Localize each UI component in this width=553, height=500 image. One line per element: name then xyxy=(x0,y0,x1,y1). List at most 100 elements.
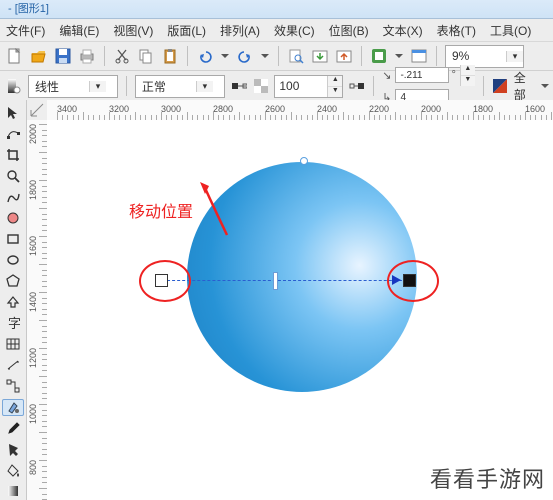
opacity-icon xyxy=(253,77,269,95)
cut-icon[interactable] xyxy=(113,47,131,65)
menu-layout[interactable]: 版面(L) xyxy=(167,22,206,39)
eyedropper-tool[interactable] xyxy=(2,420,24,437)
ellipse-tool[interactable] xyxy=(2,251,24,268)
ruler-tick: 2600 xyxy=(265,104,285,114)
ruler-tick: 2400 xyxy=(317,104,337,114)
fill-midpoint-handle[interactable] xyxy=(273,272,278,290)
fill-vector-line[interactable] xyxy=(162,280,412,281)
table-tool[interactable] xyxy=(2,336,24,353)
annotation-text: 移动位置 xyxy=(129,198,193,222)
print-icon[interactable] xyxy=(78,47,96,65)
x-field[interactable]: -.211 xyxy=(395,67,449,83)
annotation-ellipse-start xyxy=(139,260,191,302)
watermark: 看看手游网 xyxy=(430,462,545,494)
outline-tool[interactable] xyxy=(2,441,24,458)
ruler-tick: 1400 xyxy=(28,292,38,312)
fill-type-combo[interactable]: 线性 ▾ xyxy=(28,75,118,98)
menu-table[interactable]: 表格(T) xyxy=(437,22,476,39)
freehand-tool[interactable] xyxy=(2,188,24,205)
menu-text[interactable]: 文本(X) xyxy=(383,22,423,39)
interactive-fill-tool[interactable] xyxy=(2,399,24,416)
shape-tool[interactable] xyxy=(2,125,24,142)
chevron-down-icon[interactable]: ▾ xyxy=(506,51,523,62)
ruler-tick: 1800 xyxy=(28,180,38,200)
ruler-tick: 1200 xyxy=(28,348,38,368)
text-tool[interactable]: 字 xyxy=(2,314,24,331)
separator xyxy=(483,76,484,96)
menu-file[interactable]: 文件(F) xyxy=(6,22,45,39)
ruler-tick: 3000 xyxy=(161,104,181,114)
menu-tools[interactable]: 工具(O) xyxy=(490,22,531,39)
spin-down-icon[interactable]: ▼ xyxy=(461,76,475,86)
property-bar: 线性 ▾ 正常 ▾ 100 ▲▼ ↘ -.211 ° ▲▼ ↳ 4 ▲▼ 全部 xyxy=(0,71,553,102)
ruler-horizontal[interactable]: 3400320030002800260024002200200018001600 xyxy=(47,100,553,121)
spin-down-icon[interactable]: ▼ xyxy=(328,87,342,97)
search-icon[interactable] xyxy=(287,47,305,65)
ruler-tick: 2800 xyxy=(213,104,233,114)
node-start-icon[interactable] xyxy=(231,77,247,95)
chevron-down-icon[interactable]: ▾ xyxy=(89,81,106,92)
ruler-tick: 2000 xyxy=(28,124,38,144)
export-icon[interactable] xyxy=(335,47,353,65)
menu-view[interactable]: 视图(V) xyxy=(113,22,153,39)
separator xyxy=(436,46,437,66)
spin-up-icon[interactable]: ▲ xyxy=(328,76,342,87)
separator xyxy=(187,46,188,66)
ruler-tick: 1800 xyxy=(473,104,493,114)
rectangle-tool[interactable] xyxy=(2,230,24,247)
x-value: -.211 xyxy=(396,70,448,81)
pick-tool[interactable] xyxy=(2,104,24,121)
spin-up-icon[interactable]: ▲ xyxy=(461,65,475,76)
opacity-field[interactable]: 100 ▲▼ xyxy=(274,75,343,98)
ruler-tick: 3200 xyxy=(109,104,129,114)
rotation-handle[interactable] xyxy=(300,157,308,165)
crop-tool[interactable] xyxy=(2,146,24,163)
canvas-area: 3400320030002800260024002200200018001600… xyxy=(27,100,553,500)
redo-icon[interactable] xyxy=(236,47,254,65)
polygon-tool[interactable] xyxy=(2,272,24,289)
fill-type-value: 线性 xyxy=(29,78,89,95)
open-icon[interactable] xyxy=(30,47,48,65)
zoom-tool[interactable] xyxy=(2,167,24,184)
chevron-down-icon[interactable] xyxy=(540,77,549,95)
fill-tool[interactable] xyxy=(2,462,24,479)
ruler-tick: 1600 xyxy=(28,236,38,256)
canvas[interactable]: 移动位置 xyxy=(47,120,553,500)
annotation-arrow-icon xyxy=(197,180,237,240)
connector-tool[interactable] xyxy=(2,378,24,395)
paste-icon[interactable] xyxy=(161,47,179,65)
menu-bitmaps[interactable]: 位图(B) xyxy=(329,22,369,39)
ruler-origin[interactable] xyxy=(27,100,48,121)
menu-arrange[interactable]: 排列(A) xyxy=(220,22,260,39)
x-label-icon: ↘ xyxy=(382,69,391,82)
app-launcher-icon[interactable] xyxy=(370,47,388,65)
annotation-ellipse-end xyxy=(387,260,439,302)
chevron-down-icon[interactable]: ▾ xyxy=(196,81,213,92)
redo-dropdown-icon[interactable] xyxy=(260,47,270,65)
blend-combo[interactable]: 正常 ▾ xyxy=(135,75,225,98)
smart-fill-tool[interactable] xyxy=(2,209,24,226)
new-icon[interactable] xyxy=(6,47,24,65)
ruler-tick: 2200 xyxy=(369,104,389,114)
ruler-vertical[interactable]: 200018001600140012001000800 xyxy=(27,120,48,500)
zoom-value: 9% xyxy=(446,49,506,63)
menu-effects[interactable]: 效果(C) xyxy=(274,22,315,39)
edit-fill-icon[interactable] xyxy=(4,77,22,95)
scope-label[interactable]: 全部 xyxy=(514,69,535,103)
node-end-icon[interactable] xyxy=(349,77,365,95)
menubar: 文件(F) 编辑(E) 视图(V) 版面(L) 排列(A) 效果(C) 位图(B… xyxy=(0,19,553,42)
copy-icon[interactable] xyxy=(137,47,155,65)
save-icon[interactable] xyxy=(54,47,72,65)
title-text: - [图形1] xyxy=(8,3,49,15)
undo-dropdown-icon[interactable] xyxy=(220,47,230,65)
separator xyxy=(104,46,105,66)
dimension-tool[interactable] xyxy=(2,357,24,374)
interactive-transparency-tool[interactable] xyxy=(2,483,24,500)
menu-edit[interactable]: 编辑(E) xyxy=(59,22,99,39)
basic-shapes-tool[interactable] xyxy=(2,293,24,310)
separator xyxy=(361,46,362,66)
undo-icon[interactable] xyxy=(196,47,214,65)
welcome-icon[interactable] xyxy=(410,47,428,65)
launcher-dropdown-icon[interactable] xyxy=(394,47,404,65)
import-icon[interactable] xyxy=(311,47,329,65)
